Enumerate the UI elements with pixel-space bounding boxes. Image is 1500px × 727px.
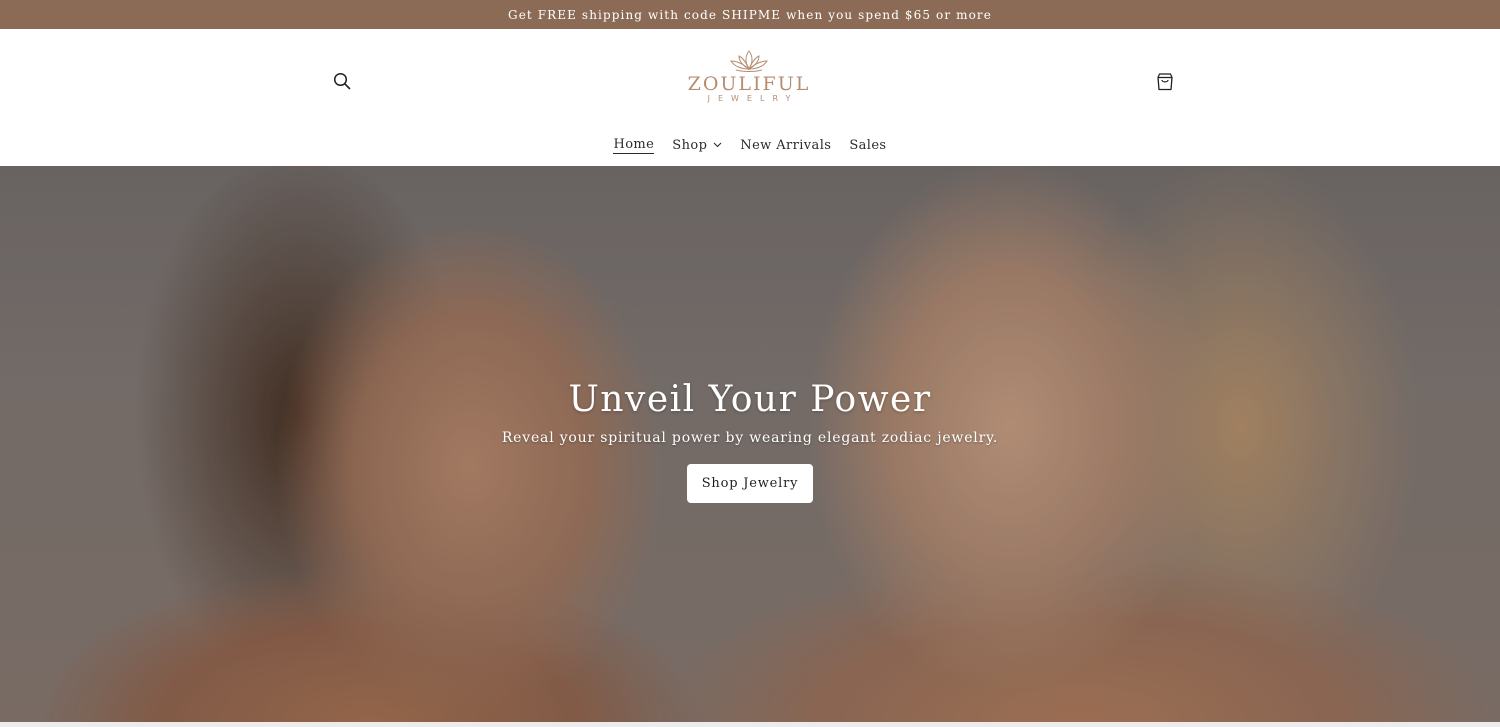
shop-jewelry-button[interactable]: Shop Jewelry <box>687 464 813 503</box>
logo-brand: ZOULIFUL <box>687 73 811 95</box>
nav-item-label: Shop <box>672 137 708 153</box>
nav-item-label: Sales <box>849 137 887 153</box>
cart-button[interactable] <box>1153 69 1177 93</box>
hero-subtitle: Reveal your spiritual power by wearing e… <box>501 430 999 446</box>
cart-icon <box>1157 72 1173 90</box>
main-nav: Home Shop New Arrivals Sales <box>0 133 1500 157</box>
hero-title: Unveil Your Power <box>568 379 932 420</box>
announcement-bar: Get FREE shipping with code SHIPME when … <box>0 0 1500 29</box>
site-logo[interactable]: ZOULIFUL JEWELRY <box>687 49 811 113</box>
chevron-down-icon <box>713 142 722 148</box>
search-button[interactable] <box>330 69 354 93</box>
logo-subtitle: JEWELRY <box>707 94 799 103</box>
nav-item-sales[interactable]: Sales <box>840 138 895 153</box>
site-header: ZOULIFUL JEWELRY Home Shop New Arrivals … <box>0 29 1500 166</box>
nav-item-label: Home <box>613 136 655 154</box>
lotus-icon <box>730 50 768 72</box>
announcement-text: Get FREE shipping with code SHIPME when … <box>508 7 992 22</box>
section-divider <box>0 722 1500 727</box>
search-icon <box>333 72 351 90</box>
nav-item-label: New Arrivals <box>740 137 832 153</box>
nav-item-new-arrivals[interactable]: New Arrivals <box>731 138 840 153</box>
nav-item-shop[interactable]: Shop <box>663 138 731 153</box>
hero-banner: Unveil Your Power Reveal your spiritual … <box>0 166 1500 722</box>
nav-item-home[interactable]: Home <box>604 137 663 154</box>
hero-content: Unveil Your Power Reveal your spiritual … <box>0 376 1500 503</box>
